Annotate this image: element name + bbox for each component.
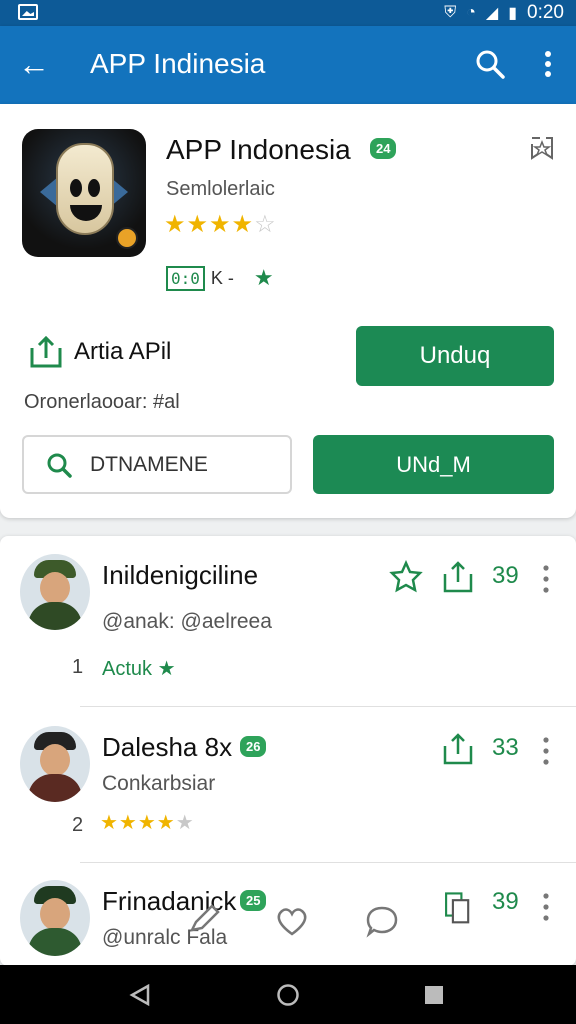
download-button[interactable]: Unduq [356, 326, 554, 386]
list-item[interactable]: Dalesha 8x 26 Conkarbsiar 2 ★★★★★ 33 [0, 706, 576, 874]
badge-star-icon[interactable] [388, 560, 424, 594]
app-bar: ← APP Indinesia [0, 26, 576, 104]
search-icon [47, 453, 72, 478]
battery-icon: ▮ [508, 5, 518, 22]
app-icon [22, 129, 146, 257]
more-vert-icon[interactable] [540, 564, 552, 594]
list-item-badge: 26 [240, 736, 267, 757]
signal-icon: ◢ [485, 5, 499, 22]
list-item-count: 39 [492, 888, 519, 915]
more-vert-icon[interactable] [540, 736, 552, 766]
list-item-name: Dalesha 8x [102, 732, 233, 762]
list-item-handle: Conkarbsiar [102, 772, 216, 795]
list-item-badge: 25 [240, 890, 267, 911]
list-item-rating: ★★★★★ [100, 812, 195, 834]
search-icon[interactable] [474, 48, 506, 80]
status-time: 0:20 [527, 2, 564, 23]
list-item-name: Inildenigciline [102, 560, 259, 590]
gallery-icon [18, 4, 38, 20]
list-item-count: 33 [492, 734, 519, 761]
app-meta: 0:0 K - ★ [166, 265, 274, 291]
back-arrow-icon[interactable]: ← [18, 44, 50, 84]
list-item[interactable]: Frinadanick 25 @unralc Fala 39 [0, 862, 576, 965]
copy-icon[interactable] [440, 890, 476, 924]
search-field[interactable] [22, 435, 292, 494]
system-nav-bar [0, 965, 576, 1024]
share-label-row[interactable]: Artia APil [26, 334, 171, 370]
more-vert-icon[interactable] [540, 892, 552, 922]
nav-home-icon[interactable] [276, 983, 300, 1007]
app-badge: 24 [370, 138, 397, 159]
list-item[interactable]: Inildenigciline @anak: @aelreea 1 Actuk … [0, 536, 576, 704]
wifi-icon: ◔ [466, 4, 476, 21]
shield-icon: ⛨ [444, 4, 457, 21]
bookmark-star-icon[interactable] [528, 134, 556, 162]
heart-icon[interactable] [274, 904, 310, 938]
share-up-icon[interactable] [440, 732, 476, 766]
nav-recents-icon[interactable] [422, 983, 446, 1007]
share-up-icon[interactable] [440, 560, 476, 594]
app-name: APP Indonesia [166, 134, 351, 165]
chat-bubble-icon[interactable] [364, 904, 400, 938]
more-vert-icon[interactable] [542, 50, 554, 78]
page-title: APP Indinesia [90, 48, 266, 79]
secondary-download-button[interactable]: UNd_M [313, 435, 554, 494]
share-label: Artia APil [74, 338, 172, 365]
share-caption: Oronerlaooar: #al [24, 391, 180, 413]
avatar [20, 554, 90, 630]
search-input[interactable] [90, 452, 270, 477]
avatar [20, 726, 90, 802]
star-icon: ★ [253, 265, 274, 290]
app-rating: ★★★★☆ [164, 211, 277, 238]
coin-badge-icon [116, 227, 138, 249]
avatar [20, 880, 90, 956]
list-item-index: 2 [72, 814, 84, 836]
list-item-status: Actuk ★ [102, 658, 176, 680]
list-item-index: 1 [72, 656, 84, 678]
meta-box: 0:0 [166, 265, 205, 291]
list-item-count: 39 [492, 562, 519, 589]
app-subtitle: Semlolerlaic [166, 178, 275, 200]
nav-back-icon[interactable] [128, 983, 152, 1007]
status-bar: ⛨ ◔ ◢ ▮ 0:20 [0, 0, 576, 26]
list-item-handle: @anak: @aelreea [102, 610, 272, 633]
meta-text: K - [210, 267, 234, 288]
pen-icon[interactable] [186, 902, 222, 936]
share-up-icon [30, 335, 62, 368]
